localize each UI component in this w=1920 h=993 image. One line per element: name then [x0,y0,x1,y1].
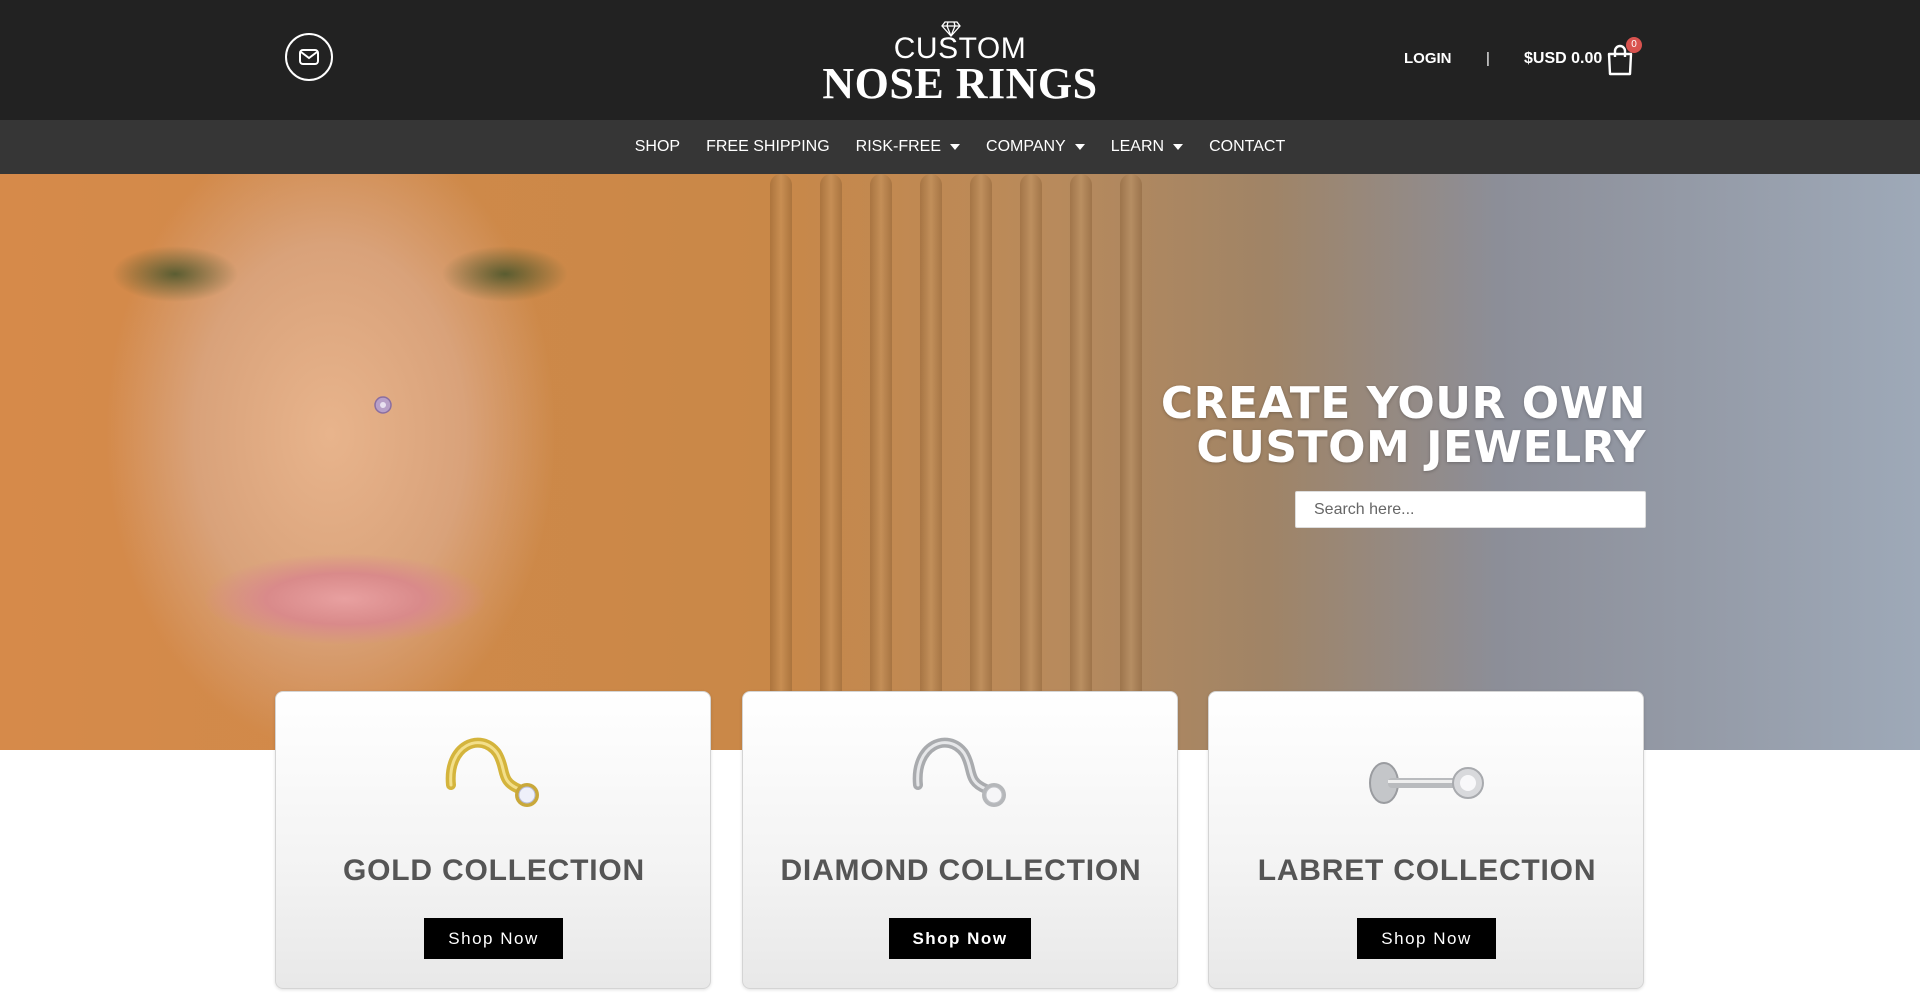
collection-card-diamond: DIAMOND COLLECTION Shop Now [742,691,1178,989]
nav-item-learn[interactable]: LEARN [1110,138,1184,156]
shop-now-button[interactable]: Shop Now [889,918,1031,959]
hero-headline: CREATE YOUR OWN CUSTOM JEWELRY [1060,382,1646,470]
login-link[interactable]: LOGIN [1404,50,1452,67]
hero-photo-detail [970,174,992,750]
cart-count-badge: 0 [1626,37,1642,53]
header-separator: | [1486,50,1490,67]
hero-headline-line2: CUSTOM JEWELRY [1196,422,1646,473]
collection-title: LABRET COLLECTION [1257,854,1597,887]
nose-stud-image [374,396,392,414]
caret-down-icon [950,144,961,150]
nav-item-label: SHOP [634,138,681,155]
nav-item-contact[interactable]: CONTACT [1209,138,1285,156]
caret-down-icon [1074,144,1085,150]
nav-item-shop[interactable]: SHOP [635,138,680,156]
nav-item-label: COMPANY [986,138,1066,155]
labret-stud-image [1369,762,1484,804]
mail-button[interactable] [285,33,333,81]
top-header: CUSTOM NOSE RINGS LOGIN | $USD 0.00 0 [0,0,1920,120]
hero-photo-detail [820,174,842,750]
search-input[interactable] [1295,491,1646,528]
hero-photo-detail [870,174,892,750]
envelope-icon [299,49,319,65]
collection-card-labret: LABRET COLLECTION Shop Now [1208,691,1644,989]
hero-photo-detail [770,174,792,750]
shop-now-button[interactable]: Shop Now [424,918,563,959]
nav-item-label: FREE SHIPPING [706,138,830,155]
gold-nose-screw-image [445,737,539,807]
nav-item-label: CONTACT [1209,138,1286,155]
main-nav: SHOP FREE SHIPPING RISK-FREE COMPANY LEA… [0,120,1920,174]
nav-item-risk-free[interactable]: RISK-FREE [855,138,961,156]
nav-item-label: LEARN [1110,138,1165,155]
logo-line2: NOSE RINGS [822,59,1098,108]
hero-banner: CREATE YOUR OWN CUSTOM JEWELRY [0,174,1920,750]
shop-now-button[interactable]: Shop Now [1357,918,1496,959]
site-logo[interactable]: CUSTOM NOSE RINGS [820,20,1100,108]
collection-title: DIAMOND COLLECTION [780,854,1142,887]
hero-photo-detail [205,554,485,644]
cart-total[interactable]: $USD 0.00 [1524,50,1602,68]
collection-title: GOLD COLLECTION [343,854,645,887]
nav-item-company[interactable]: COMPANY [986,138,1085,156]
hero-photo-detail [1020,174,1042,750]
caret-down-icon [1173,144,1184,150]
hero-photo-detail [920,174,942,750]
silver-nose-screw-image [912,737,1006,807]
nav-item-free-shipping[interactable]: FREE SHIPPING [706,138,830,156]
nav-item-label: RISK-FREE [855,138,942,155]
collection-card-gold: GOLD COLLECTION Shop Now [275,691,711,989]
